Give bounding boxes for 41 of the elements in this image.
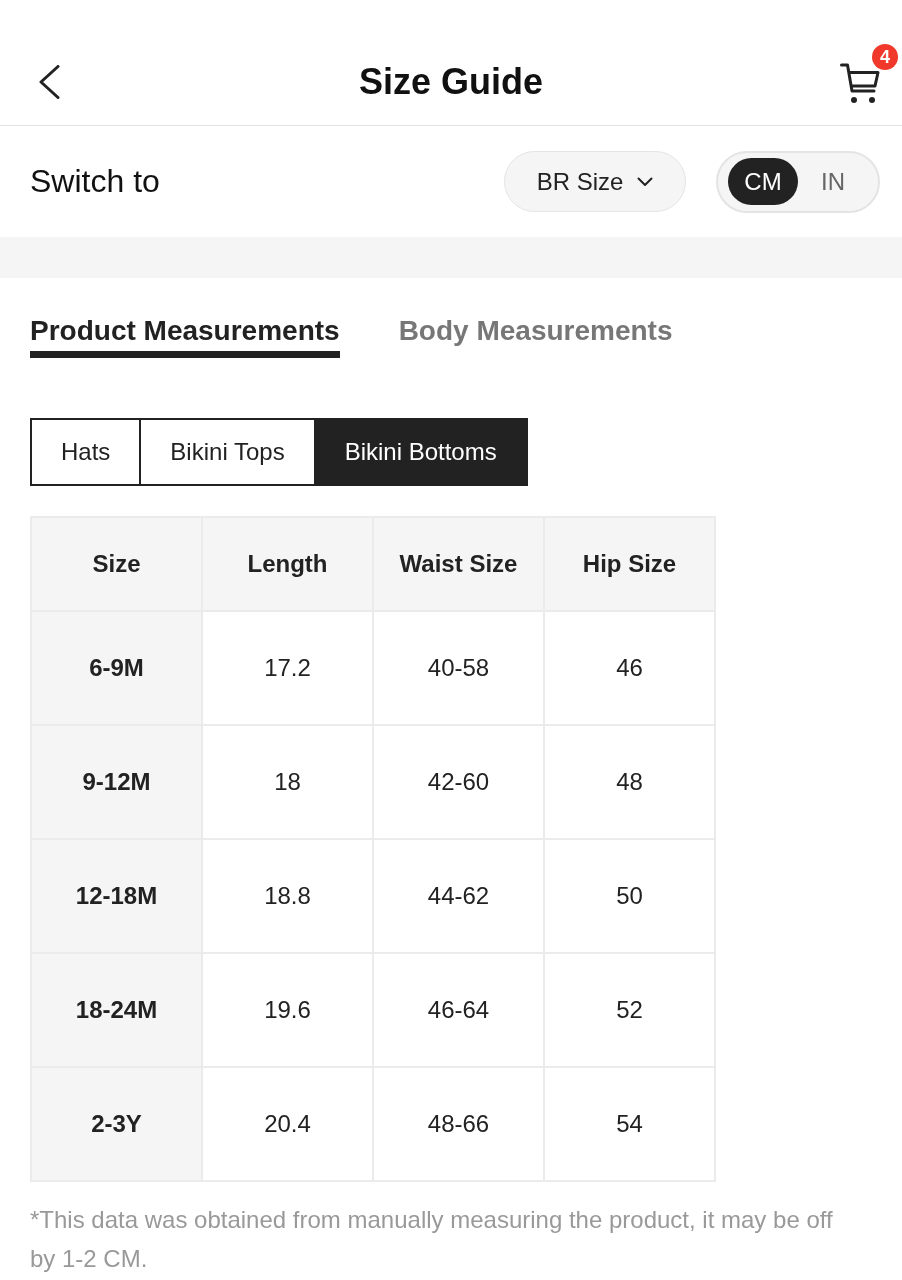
- column-header: Hip Size: [544, 517, 715, 611]
- unit-option[interactable]: IN: [798, 158, 868, 205]
- table-cell: 18.8: [202, 839, 373, 953]
- caret-icon: [637, 176, 654, 187]
- unit-option[interactable]: CM: [728, 158, 798, 205]
- cart-icon: [840, 62, 880, 104]
- cart-button[interactable]: 4: [840, 44, 898, 104]
- table-cell: 19.6: [202, 953, 373, 1067]
- column-header: Size: [31, 517, 202, 611]
- table-cell: 44-62: [373, 839, 544, 953]
- cart-count-badge: 4: [872, 44, 898, 70]
- table-cell: 48: [544, 725, 715, 839]
- table-cell: 42-60: [373, 725, 544, 839]
- table-cell: 52: [544, 953, 715, 1067]
- table-cell: 48-66: [373, 1067, 544, 1181]
- table-cell: 50: [544, 839, 715, 953]
- table-cell: 46-64: [373, 953, 544, 1067]
- size-system-dropdown[interactable]: BR Size: [504, 151, 686, 212]
- category-tab[interactable]: Bikini Tops: [141, 418, 316, 486]
- back-button[interactable]: [38, 64, 60, 99]
- table-cell: 54: [544, 1067, 715, 1181]
- size-cell: 18-24M: [31, 953, 202, 1067]
- size-cell: 2-3Y: [31, 1067, 202, 1181]
- page-title: Size Guide: [358, 60, 543, 103]
- column-header: Waist Size: [373, 517, 544, 611]
- table-cell: 46: [544, 611, 715, 725]
- back-chevron-icon: [38, 64, 60, 99]
- size-cell: 6-9M: [31, 611, 202, 725]
- table-cell: 17.2: [202, 611, 373, 725]
- measurement-tab[interactable]: Product Measurements: [30, 315, 340, 358]
- table-cell: 18: [202, 725, 373, 839]
- category-tab[interactable]: Bikini Bottoms: [315, 418, 528, 486]
- switch-label: Switch to: [30, 163, 160, 200]
- table-cell: 40-58: [373, 611, 544, 725]
- size-cell: 12-18M: [31, 839, 202, 953]
- category-tab[interactable]: Hats: [30, 418, 142, 486]
- footnote: *This data was obtained from manually measuring the product, it may be off by 1-2 CM.: [29, 1205, 834, 1274]
- table-cell: 20.4: [202, 1067, 373, 1181]
- column-header: Length: [202, 517, 373, 611]
- size-cell: 9-12M: [31, 725, 202, 839]
- measurement-tab[interactable]: Body Measurements: [398, 315, 673, 358]
